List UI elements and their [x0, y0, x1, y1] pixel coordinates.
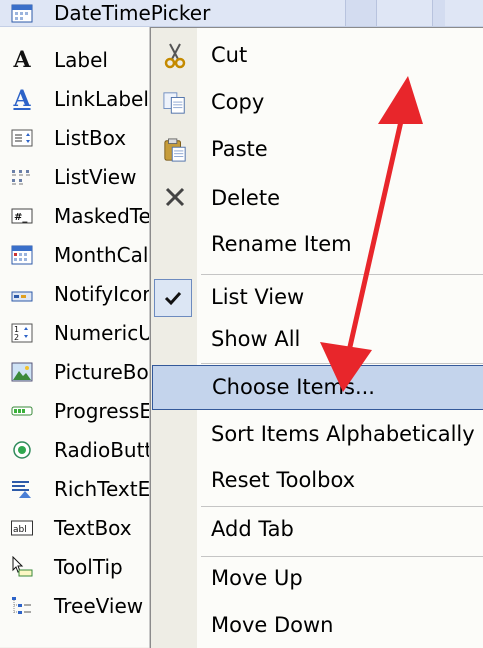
toolbox-item-text: RichTextE — [54, 476, 151, 501]
menu-item-label: Sort Items Alphabetically — [211, 422, 475, 446]
menu-item-cut[interactable]: Cut — [151, 34, 483, 79]
progressbar-icon — [11, 400, 33, 422]
svg-text:abl: abl — [13, 525, 27, 535]
menu-item-label: Delete — [211, 186, 280, 210]
menu-item-label: Copy — [211, 90, 265, 114]
menu-item-label: Paste — [211, 137, 268, 161]
toolbox-item-text: ListView — [54, 164, 137, 189]
toolbox-item-text: TreeView — [54, 593, 144, 618]
cut-icon — [163, 43, 187, 69]
toolbox-item-text: MonthCal — [54, 242, 149, 267]
linklabel-icon: A — [13, 85, 31, 112]
menu-item-label: Cut — [211, 43, 248, 67]
menu-item-delete[interactable]: Delete — [151, 175, 483, 220]
menu-item-label: Rename Item — [211, 232, 352, 256]
menu-item-paste[interactable]: Paste — [151, 128, 483, 173]
delete-icon — [163, 185, 187, 209]
menu-item-sort-items-alphabetically[interactable]: Sort Items Alphabetically — [151, 414, 483, 459]
numericupdown-icon: 12 — [11, 322, 33, 344]
textbox-icon: abl — [11, 517, 33, 539]
label-icon: A — [13, 46, 31, 73]
menu-item-list-view[interactable]: List View — [151, 276, 483, 321]
toolbox-item-text: Label — [54, 47, 108, 72]
toolbox-item-text: ToolTip — [54, 554, 123, 579]
datetimepicker-icon — [11, 2, 33, 24]
toolbox-header-segment — [432, 0, 445, 26]
menu-item-copy[interactable]: Copy — [151, 81, 483, 126]
toolbox-item-text: PictureBo — [54, 359, 149, 384]
copy-icon — [163, 91, 187, 115]
menu-separator — [201, 506, 483, 507]
menu-separator — [201, 363, 483, 364]
menu-separator — [201, 274, 483, 275]
menu-item-label: List View — [211, 285, 305, 309]
toolbox-item-text: NumericU — [54, 320, 153, 345]
context-menu: Cut Copy Paste Delete Rename Item List V… — [150, 27, 483, 648]
maskedtextbox-icon: #_ — [11, 205, 33, 227]
checkmark-icon — [154, 279, 192, 317]
tooltip-icon — [11, 555, 33, 578]
menu-item-label: Move Up — [211, 566, 303, 590]
richtextbox-icon — [11, 478, 33, 500]
menu-item-show-all[interactable]: Show All — [151, 318, 483, 363]
toolbox-item-text: RadioButt — [54, 437, 153, 462]
menu-item-label: Choose Items... — [212, 375, 375, 399]
toolbox-item-label: DateTimePicker — [54, 1, 211, 25]
menu-item-label: Show All — [211, 327, 301, 351]
listview-icon — [11, 166, 33, 188]
notifyicon-icon — [11, 283, 33, 305]
toolbox-item-text: MaskedTe — [54, 203, 151, 228]
menu-item-add-tab[interactable]: Add Tab — [151, 508, 483, 553]
menu-item-label: Move Down — [211, 613, 334, 637]
menu-item-choose-items[interactable]: Choose Items... — [152, 365, 483, 410]
toolbox-item-text: LinkLabel — [54, 86, 149, 111]
menu-item-reset-toolbox[interactable]: Reset Toolbox — [151, 459, 483, 504]
picturebox-icon — [11, 361, 33, 383]
menu-separator — [201, 556, 483, 557]
toolbox-item-text: ListBox — [54, 125, 127, 150]
toolbox-item-datetimepicker[interactable]: DateTimePicker — [0, 0, 483, 27]
radiobutton-icon — [11, 439, 33, 461]
treeview-icon — [11, 595, 33, 617]
toolbox-item-text: NotifyIcor — [54, 281, 151, 306]
menu-item-rename-item[interactable]: Rename Item — [151, 222, 483, 267]
toolbox-header-segment — [345, 0, 377, 26]
menu-item-move-up[interactable]: Move Up — [151, 558, 483, 603]
menu-item-label: Add Tab — [211, 517, 294, 541]
svg-text:#_: #_ — [14, 212, 27, 223]
toolbox-item-text: ProgressE — [54, 398, 152, 423]
paste-icon — [163, 138, 187, 162]
monthcalendar-icon — [11, 244, 33, 266]
toolbox-item-text: TextBox — [54, 515, 132, 540]
menu-item-move-down[interactable]: Move Down — [151, 603, 483, 648]
svg-text:2: 2 — [14, 333, 19, 342]
listbox-icon — [11, 127, 33, 149]
menu-item-label: Reset Toolbox — [211, 468, 356, 492]
